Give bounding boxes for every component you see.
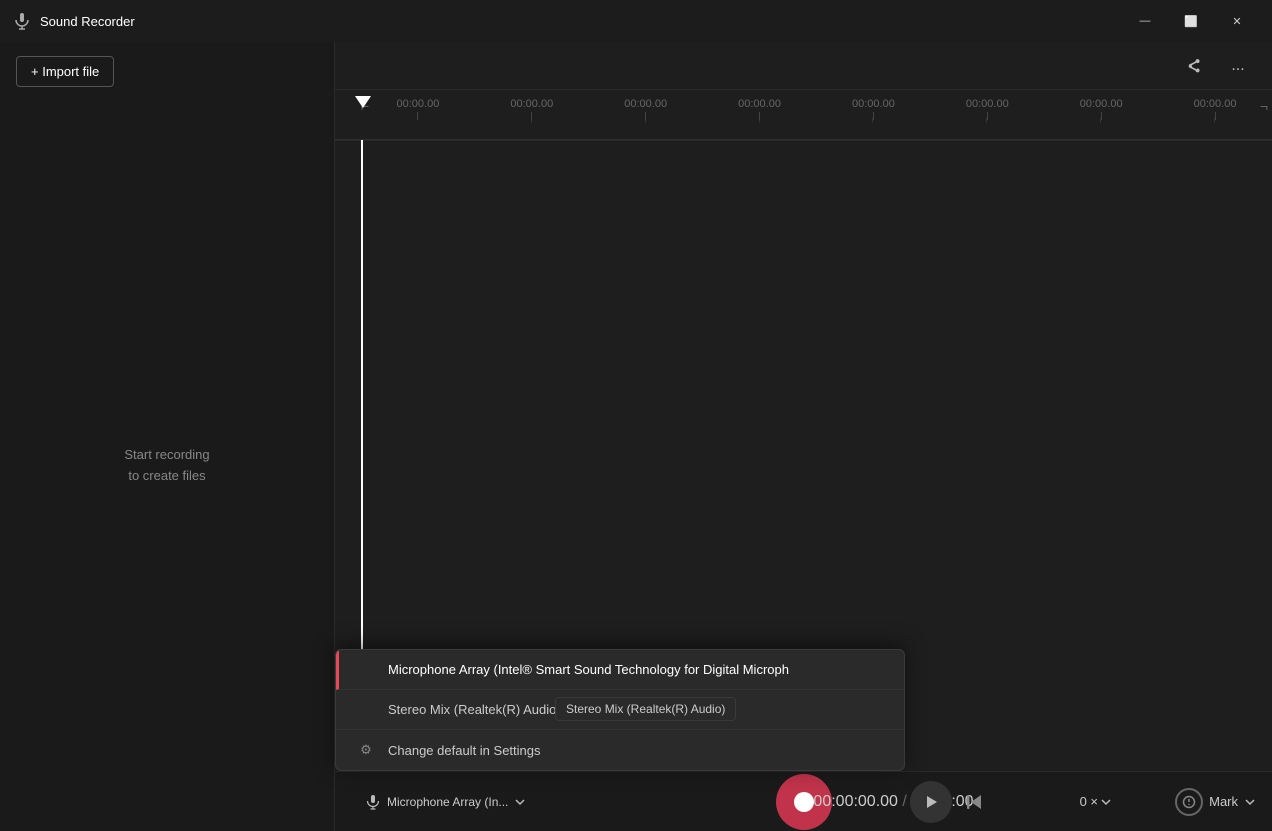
ruler-mark-6: 00:00.00 bbox=[1044, 98, 1158, 120]
window-controls: — ⬜ ✕ bbox=[1122, 5, 1260, 37]
play-button[interactable] bbox=[910, 781, 952, 823]
dropdown-item-label-0: Microphone Array (Intel® Smart Sound Tec… bbox=[388, 662, 789, 677]
ruler-mark-3: 00:00.00 bbox=[703, 98, 817, 120]
app-title: Sound Recorder bbox=[40, 14, 1122, 29]
sidebar-empty-state: Start recording to create files bbox=[0, 101, 334, 831]
mic-tooltip: Stereo Mix (Realtek(R) Audio) bbox=[555, 697, 736, 721]
share-button[interactable] bbox=[1176, 48, 1212, 84]
ruler-mark-4: 00:00.00 bbox=[817, 98, 931, 120]
mark-control[interactable]: Mark bbox=[1175, 788, 1256, 816]
more-options-button[interactable]: ... bbox=[1220, 48, 1256, 84]
timeline-ruler: 00:00.0000:00.0000:00.0000:00.0000:00.00… bbox=[335, 90, 1272, 140]
sidebar: + Import file Start recording to create … bbox=[0, 42, 335, 831]
speed-control[interactable]: 0 × bbox=[1080, 794, 1112, 809]
ruler-mark-7: 00:00.00 bbox=[1158, 98, 1272, 120]
mic-label: Microphone Array (In... bbox=[387, 795, 508, 809]
dropdown-item-2[interactable]: ⚙ Change default in Settings bbox=[336, 730, 904, 770]
sidebar-empty-line2: to create files bbox=[128, 466, 205, 487]
titlebar: Sound Recorder — ⬜ ✕ bbox=[0, 0, 1272, 42]
waveform-divider bbox=[335, 140, 1272, 141]
ruler-mark-1: 00:00.00 bbox=[475, 98, 589, 120]
mark-icon bbox=[1175, 788, 1203, 816]
ruler-mark-5: 00:00.00 bbox=[930, 98, 1044, 120]
content-area: ... 00:00.0000:00.0000:00.0000:00.0000:0… bbox=[335, 42, 1272, 831]
speed-label: 0 × bbox=[1080, 794, 1098, 809]
dropdown-item-icon-2: ⚙ bbox=[356, 742, 376, 758]
sidebar-empty-line1: Start recording bbox=[124, 445, 209, 466]
mark-label: Mark bbox=[1209, 794, 1238, 809]
dropdown-item-label-2: Change default in Settings bbox=[388, 743, 541, 758]
import-file-button[interactable]: + Import file bbox=[16, 56, 114, 87]
dropdown-item-label-1: Stereo Mix (Realtek(R) Audio) bbox=[388, 702, 561, 717]
maximize-button[interactable]: ⬜ bbox=[1168, 5, 1214, 37]
minimize-button[interactable]: — bbox=[1122, 5, 1168, 37]
app-icon bbox=[12, 11, 32, 31]
record-indicator bbox=[794, 792, 814, 812]
mic-selector[interactable]: Microphone Array (In... bbox=[355, 788, 536, 816]
current-time: 00:00:00.00 bbox=[813, 793, 898, 810]
ruler-mark-0: 00:00.00 bbox=[361, 98, 475, 120]
dropdown-item-0[interactable]: Microphone Array (Intel® Smart Sound Tec… bbox=[336, 650, 904, 690]
app-body: + Import file Start recording to create … bbox=[0, 42, 1272, 831]
content-toolbar: ... bbox=[335, 42, 1272, 90]
bottom-bar: Microphone Array (In... 00:00:00.00 / 00… bbox=[335, 771, 1272, 831]
sidebar-toolbar: + Import file bbox=[0, 42, 334, 101]
skip-back-button[interactable] bbox=[956, 784, 992, 820]
ruler-mark-2: 00:00.00 bbox=[589, 98, 703, 120]
ruler-marks: 00:00.0000:00.0000:00.0000:00.0000:00.00… bbox=[361, 98, 1272, 120]
playback-controls bbox=[910, 781, 992, 823]
bracket-right: ¬ bbox=[1260, 98, 1268, 114]
close-button[interactable]: ✕ bbox=[1214, 5, 1260, 37]
